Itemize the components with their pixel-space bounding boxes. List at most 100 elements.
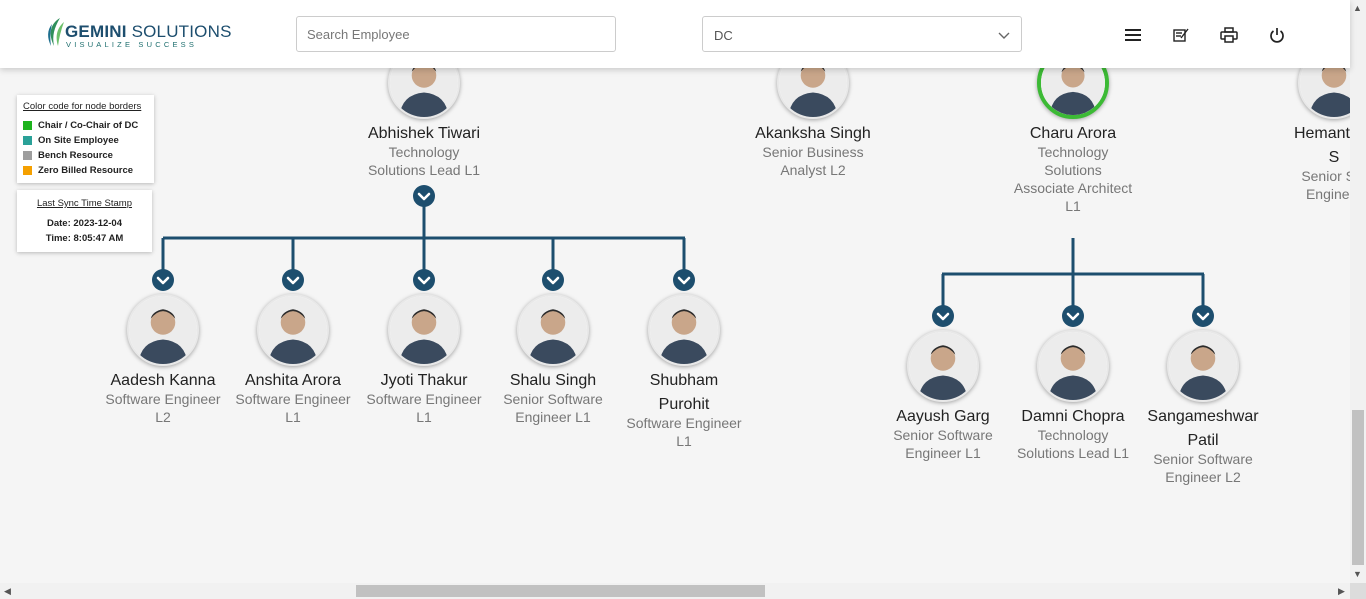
brand-tagline: VISUALIZE SUCCESS [66,40,198,49]
legend-label: Chair / Co-Chair of DC [38,120,139,131]
last-sync-panel: Last Sync Time Stamp Date: 2023-12-04 Ti… [17,190,152,252]
brand-name: GEMINI SOLUTIONS [65,22,232,41]
employee-role: Technology [1037,427,1109,443]
employee-role: L1 [676,433,692,449]
power-icon[interactable] [1266,24,1288,46]
employee-name: Sangameshwar [1147,408,1259,425]
sync-date: Date: 2023-12-04 [47,218,122,229]
avatar[interactable] [517,294,589,366]
expand-chevron-icon[interactable] [412,184,436,208]
employee-name: Anshita Arora [244,372,342,389]
employee-node[interactable]: Jyoti Thakur Software Engineer L1 [362,294,486,426]
dc-select-value: DC [714,28,733,43]
scroll-up-arrow-icon[interactable]: ▲ [1353,0,1362,16]
expand-chevron-icon[interactable] [541,268,565,292]
employee-role: L1 [285,409,301,425]
print-icon[interactable] [1218,24,1240,46]
employee-role: Senior Software [503,391,603,407]
legend-label: On Site Employee [38,135,119,146]
legend-swatch [23,121,32,130]
employee-name: Jyoti Thakur [380,372,468,389]
employee-role: Technology [388,144,460,160]
person-photo-icon [390,296,458,364]
horizontal-scrollbar-thumb[interactable] [356,585,765,597]
brand-logo[interactable]: GEMINI SOLUTIONS VISUALIZE SUCCESS [46,16,231,52]
employee-name: Shubham [649,372,719,389]
employee-name: Aadesh Kanna [110,372,216,389]
expand-chevron-icon[interactable] [1061,304,1085,328]
chevron-down-icon [998,32,1010,39]
menu-icon[interactable] [1122,24,1144,46]
employee-role: Solutions [1044,162,1102,178]
legend-item: Chair / Co-Chair of DC [23,120,138,131]
employee-name: Patil [1187,432,1219,449]
employee-node[interactable]: Charu Arora Technology Solutions Associate … [1011,47,1135,215]
employee-name: Charu Arora [1029,125,1117,142]
employee-role: Software Engineer [105,391,221,407]
legend-item: On Site Employee [23,135,119,146]
employee-node[interactable]: Shubham Purohit Software Engineer L1 [622,294,746,450]
sync-title: Last Sync Time Stamp [36,198,133,209]
employee-node[interactable]: Damni Chopra Technology Solutions Lead L1 [1011,330,1135,462]
employee-role: Solutions Lead L1 [1016,445,1130,461]
employee-role: Engineer L1 [515,409,591,425]
employee-role: Engineer L1 [905,445,981,461]
employee-name: Abhishek Tiwari [367,125,481,142]
employee-node[interactable]: Aadesh Kanna Software Engineer L2 [101,294,225,426]
employee-role: Senior Business [762,144,864,160]
app-header: GEMINI SOLUTIONS VISUALIZE SUCCESS DC [0,0,1350,68]
employee-role: Associate Architect [1013,180,1133,196]
legend-title: Color code for node borders [23,101,142,112]
search-employee-input[interactable] [296,16,616,52]
employee-role: Software Engineer [366,391,482,407]
employee-role: Software Engineer [235,391,351,407]
employee-role: Engineer L2 [1165,469,1241,485]
dc-select[interactable]: DC [702,16,1022,52]
expand-chevron-icon[interactable] [281,268,305,292]
employee-name: Purohit [658,396,710,413]
person-photo-icon [1039,332,1107,400]
avatar[interactable] [127,294,199,366]
employee-name: Akanksha Singh [755,125,871,142]
sync-time: Time: 8:05:47 AM [45,233,124,244]
employee-node[interactable]: Shalu Singh Senior Software Engineer L1 [491,294,615,426]
scroll-right-arrow-icon[interactable]: ▶ [1338,583,1345,599]
expand-chevron-icon[interactable] [1191,304,1215,328]
scroll-down-arrow-icon[interactable]: ▼ [1353,566,1362,582]
person-photo-icon [650,296,718,364]
avatar[interactable] [257,294,329,366]
legend-swatch [23,166,32,175]
avatar[interactable] [907,330,979,402]
avatar[interactable] [1167,330,1239,402]
employee-role: Senior Software [1153,451,1253,467]
avatar[interactable] [388,294,460,366]
person-photo-icon [129,296,197,364]
expand-chevron-icon[interactable] [931,304,955,328]
employee-role: Technology [1037,144,1109,160]
scrollbar-corner [1350,583,1366,599]
person-photo-icon [519,296,587,364]
employee-node[interactable]: Aayush Garg Senior Software Engineer L1 [881,330,1005,462]
expand-chevron-icon[interactable] [412,268,436,292]
employee-role: L2 [155,409,171,425]
employee-node[interactable]: Anshita Arora Software Engineer L1 [231,294,355,426]
edit-note-icon[interactable] [1170,24,1192,46]
legend-swatch [23,136,32,145]
employee-role: L1 [416,409,432,425]
employee-node[interactable]: Sangameshwar Patil Senior Software Engineer… [1141,330,1265,486]
vertical-scrollbar-thumb[interactable] [1352,410,1364,565]
person-photo-icon [259,296,327,364]
expand-chevron-icon[interactable] [672,268,696,292]
expand-chevron-icon[interactable] [151,268,175,292]
avatar[interactable] [1037,330,1109,402]
avatar[interactable] [648,294,720,366]
legend-label: Bench Resource [38,150,113,161]
scroll-left-arrow-icon[interactable]: ◀ [4,583,11,599]
employee-name: Aayush Garg [896,408,990,425]
employee-role: Solutions Lead L1 [367,162,481,178]
legend-label: Zero Billed Resource [38,165,134,176]
employee-name: Shalu Singh [509,372,597,389]
legend-swatch [23,151,32,160]
person-photo-icon [909,332,977,400]
employee-role: Software Engineer [626,415,742,431]
